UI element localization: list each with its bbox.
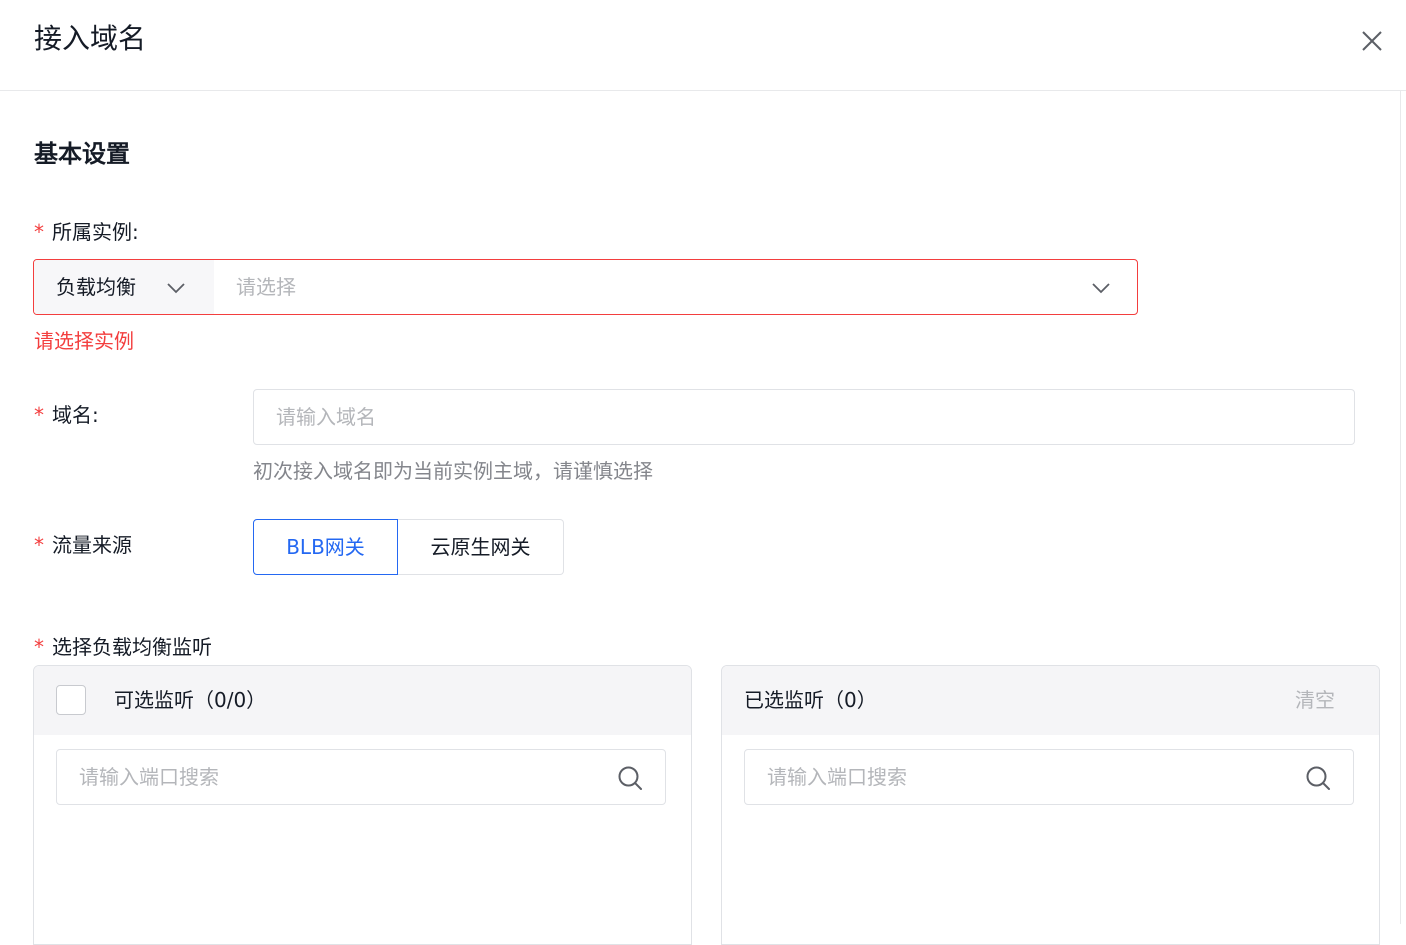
selected-search-box — [744, 749, 1354, 805]
available-search-input[interactable] — [57, 750, 665, 804]
instance-type-value: 负载均衡 — [56, 275, 136, 299]
instance-select-placeholder: 请选择 — [236, 275, 296, 299]
required-mark: * — [34, 533, 44, 557]
radio-cloud-native-gateway[interactable]: 云原生网关 — [398, 519, 564, 575]
instance-label: * 所属实例: — [34, 218, 139, 246]
traffic-source-radio-group: BLB网关 云原生网关 — [253, 519, 564, 575]
scrollbar-track — [1400, 91, 1401, 924]
domain-hint: 初次接入域名即为当前实例主域，请谨慎选择 — [253, 459, 653, 483]
traffic-source-label: * 流量来源 — [34, 531, 132, 559]
selected-panel-header: 已选监听（0） 清空 — [722, 666, 1379, 735]
instance-error-message: 请选择实例 — [34, 329, 134, 353]
select-all-checkbox[interactable] — [56, 685, 86, 715]
selected-search-input[interactable] — [745, 750, 1353, 804]
available-search-box — [56, 749, 666, 805]
instance-label-text: 所属实例: — [52, 220, 139, 244]
available-panel-title: 可选监听（0/0） — [114, 688, 267, 712]
required-mark: * — [34, 635, 44, 659]
listener-label: * 选择负载均衡监听 — [34, 633, 212, 661]
domain-input[interactable] — [253, 389, 1355, 445]
dialog-header: 接入域名 — [0, 0, 1406, 91]
required-mark: * — [34, 220, 44, 244]
search-icon[interactable] — [617, 765, 643, 791]
clear-button[interactable]: 清空 — [1295, 686, 1335, 714]
available-listener-panel: 可选监听（0/0） — [33, 665, 692, 945]
search-icon[interactable] — [1305, 765, 1331, 791]
available-panel-header: 可选监听（0/0） — [34, 666, 691, 735]
close-icon — [1362, 31, 1382, 51]
close-button[interactable] — [1358, 27, 1386, 55]
section-title: 基本设置 — [34, 140, 130, 168]
radio-blb-gateway[interactable]: BLB网关 — [253, 519, 398, 575]
chevron-down-icon — [1092, 283, 1110, 294]
instance-combo: 负载均衡 请选择 — [33, 259, 1138, 315]
dialog-title: 接入域名 — [34, 22, 147, 55]
instance-type-select[interactable]: 负载均衡 — [34, 260, 214, 314]
chevron-down-icon — [167, 283, 185, 294]
instance-select[interactable]: 请选择 — [214, 260, 1137, 314]
listener-label-text: 选择负载均衡监听 — [52, 635, 212, 659]
traffic-source-label-text: 流量来源 — [52, 533, 132, 557]
domain-label-text: 域名: — [52, 403, 99, 427]
selected-panel-title: 已选监听（0） — [744, 688, 877, 712]
selected-listener-panel: 已选监听（0） 清空 — [721, 665, 1380, 945]
domain-label: * 域名: — [34, 401, 99, 429]
required-mark: * — [34, 403, 44, 427]
